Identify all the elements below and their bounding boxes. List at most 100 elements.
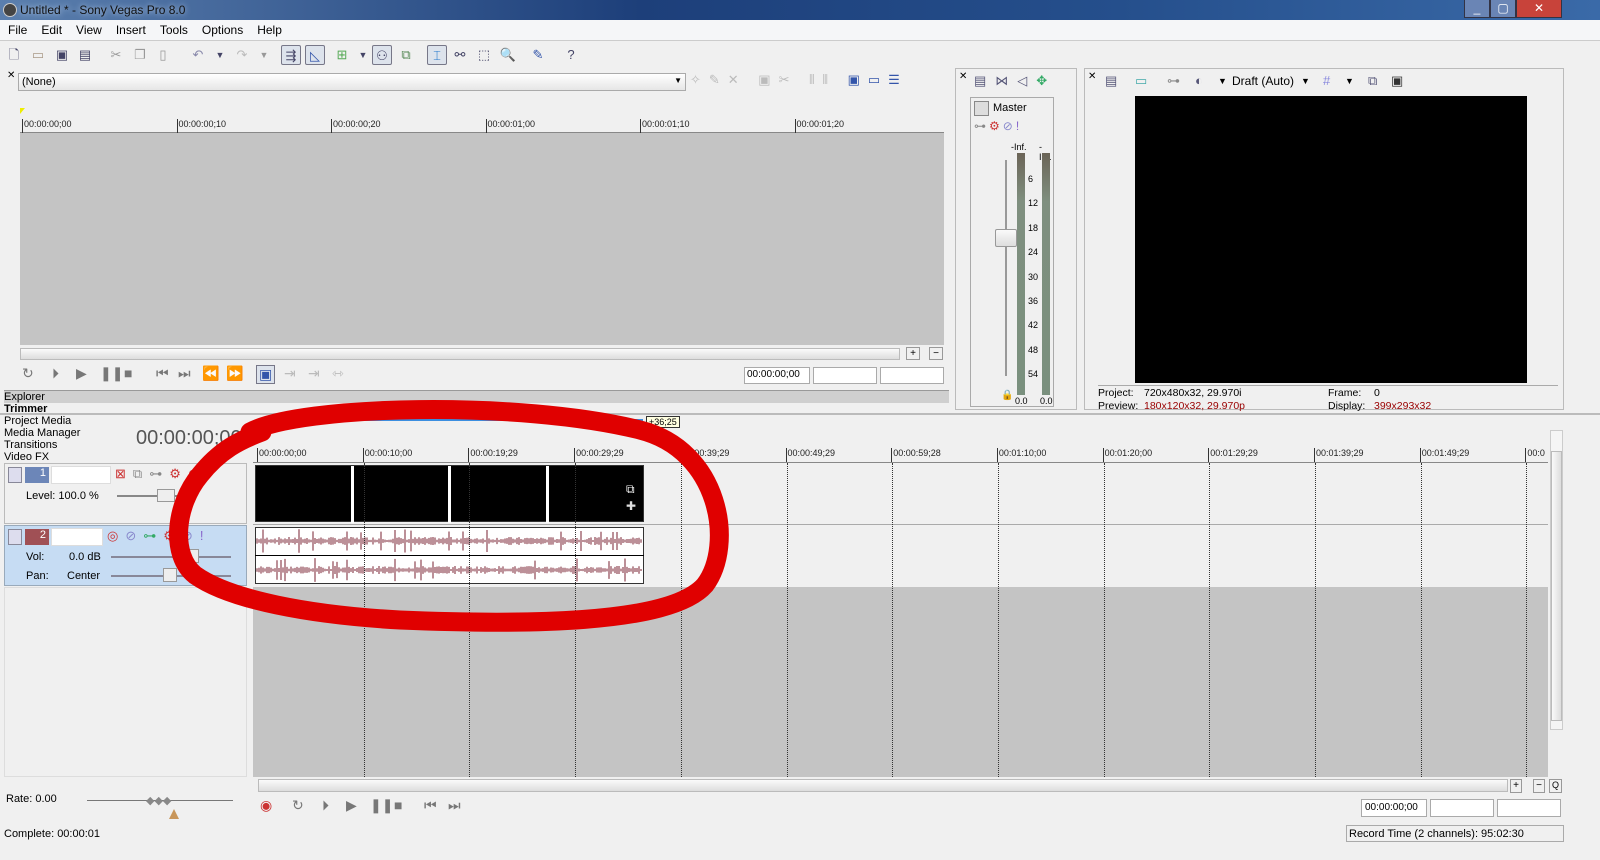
- split-screen-icon[interactable]: ◐: [1195, 73, 1203, 88]
- copy-snapshot-icon[interactable]: ⧉: [1368, 73, 1377, 89]
- loop-region-bar[interactable]: [257, 419, 643, 421]
- close-button[interactable]: ✕: [1516, 0, 1562, 18]
- menu-view[interactable]: View: [68, 20, 108, 37]
- tab-explorer[interactable]: Explorer: [4, 391, 949, 403]
- insert-icon[interactable]: ⇥: [284, 365, 296, 382]
- vertical-scrollbar[interactable]: [1550, 430, 1563, 730]
- record-icon[interactable]: ◉: [260, 797, 272, 814]
- vol-slider[interactable]: [185, 549, 199, 563]
- go-to-end-icon[interactable]: ⏭: [448, 797, 461, 814]
- track-icons[interactable]: ⊠⧉⊶⚙⊘!: [115, 466, 216, 482]
- menu-options[interactable]: Options: [194, 20, 249, 37]
- zoom-out-button[interactable]: −: [1533, 779, 1545, 793]
- play-icon[interactable]: ▶: [346, 797, 357, 814]
- snapping-dropdown-icon[interactable]: ▼: [353, 45, 373, 65]
- menu-insert[interactable]: Insert: [108, 20, 152, 37]
- video-event[interactable]: ⧉ ✚: [255, 465, 644, 523]
- zoom-in-button[interactable]: +: [1510, 779, 1522, 793]
- minimize-track-icon[interactable]: [8, 467, 22, 483]
- preview-properties-icon[interactable]: ▤: [1105, 73, 1117, 89]
- snapping-icon[interactable]: ⊞: [332, 45, 352, 65]
- menu-help[interactable]: Help: [249, 20, 288, 37]
- fit-icon[interactable]: ⇿: [332, 365, 344, 382]
- track-area[interactable]: ⧉ ✚: [253, 463, 1548, 777]
- track-name-input[interactable]: [51, 528, 103, 546]
- help-icon[interactable]: ?: [561, 45, 581, 65]
- minimize-track-icon[interactable]: [8, 529, 22, 545]
- save-snapshot-icon[interactable]: ▣: [1391, 73, 1403, 89]
- rewind-icon[interactable]: ⏪: [202, 365, 219, 382]
- horizontal-scrollbar[interactable]: [258, 779, 1508, 792]
- undo-dropdown-icon[interactable]: ▼: [210, 45, 230, 65]
- master-fader[interactable]: [995, 229, 1017, 247]
- redo-icon[interactable]: ↷: [232, 45, 252, 65]
- master-fx-icons[interactable]: ⊶⚙⊘!: [974, 119, 1022, 133]
- event-fx-icon[interactable]: ✚: [626, 499, 636, 513]
- lock-envelopes-icon[interactable]: ⚇: [372, 45, 392, 65]
- auto-crossfade-icon[interactable]: ◺: [305, 45, 325, 65]
- overwrite-mode-icon[interactable]: ▣: [256, 365, 276, 384]
- scroll-thumb[interactable]: [1551, 451, 1562, 721]
- undo-icon[interactable]: ↶: [188, 45, 208, 65]
- envelope-tool-icon[interactable]: ⚯: [450, 45, 470, 65]
- pan-crop-icon[interactable]: ⧉: [626, 482, 635, 497]
- level-slider[interactable]: [157, 489, 175, 502]
- play-from-start-icon[interactable]: ⏵: [52, 365, 59, 382]
- rate-slider[interactable]: ◆◆◆: [146, 794, 171, 807]
- maximize-button[interactable]: ▢: [1490, 0, 1516, 18]
- zoom-in-button[interactable]: +: [906, 347, 920, 360]
- track-name-input[interactable]: [51, 466, 111, 484]
- external-monitor-icon[interactable]: ▭: [1135, 73, 1147, 89]
- paint-icon[interactable]: ✎: [528, 45, 548, 65]
- video-fx-icon[interactable]: ⊶: [1167, 73, 1180, 89]
- pause-icon[interactable]: ❚❚: [100, 365, 123, 382]
- pause-icon[interactable]: ❚❚: [370, 797, 393, 814]
- chevron-down-icon[interactable]: ▼: [1345, 76, 1354, 86]
- timeline-ruler[interactable]: 00:00:00;00 00:00:10;00 00:00:19;29 00:00:2…: [253, 445, 1548, 463]
- go-to-start-icon[interactable]: ⏮: [424, 797, 437, 814]
- minimize-button[interactable]: _: [1464, 0, 1490, 18]
- chevron-down-icon[interactable]: ▼: [1301, 76, 1310, 86]
- cut-icon[interactable]: ✂: [106, 45, 126, 65]
- new-icon[interactable]: 🗋: [4, 45, 24, 65]
- go-to-start-icon[interactable]: ⏮: [156, 365, 169, 382]
- auto-ripple-icon[interactable]: ⇶: [281, 45, 301, 65]
- copy-icon[interactable]: ❐: [130, 45, 150, 65]
- zoom-out-button[interactable]: −: [929, 347, 943, 360]
- selection-tool-icon[interactable]: ⬚: [474, 45, 494, 65]
- trimmer-scrollbar[interactable]: [20, 348, 900, 360]
- play-icon[interactable]: ▶: [76, 365, 87, 382]
- ignore-grouping-icon[interactable]: ⧉: [396, 45, 416, 65]
- stop-icon[interactable]: ■: [394, 797, 402, 813]
- chevron-down-icon[interactable]: ▼: [1218, 76, 1227, 86]
- tab-project-media[interactable]: Project Media: [4, 415, 949, 427]
- fast-forward-icon[interactable]: ⏩: [226, 365, 243, 382]
- loop-icon[interactable]: ↻: [292, 797, 304, 814]
- close-panel-icon[interactable]: ✕: [959, 71, 967, 82]
- close-panel-icon[interactable]: ✕: [1088, 71, 1096, 82]
- go-to-end-icon[interactable]: ⏭: [178, 365, 191, 382]
- open-icon[interactable]: ▭: [28, 45, 48, 65]
- lock-icon[interactable]: 🔒: [1001, 390, 1013, 401]
- close-panel-icon[interactable]: ✕: [7, 70, 15, 81]
- overwrite-icon[interactable]: ⇥: [308, 365, 320, 382]
- properties-icon[interactable]: ▤: [75, 45, 95, 65]
- pan-slider[interactable]: [163, 568, 177, 582]
- preview-quality-dropdown[interactable]: Draft (Auto): [1232, 74, 1294, 88]
- save-icon[interactable]: ▣: [52, 45, 72, 65]
- redo-dropdown-icon[interactable]: ▼: [254, 45, 274, 65]
- loop-icon[interactable]: ↻: [22, 365, 34, 382]
- stop-icon[interactable]: ■: [124, 365, 132, 381]
- paste-icon[interactable]: ▯: [153, 45, 173, 65]
- menu-tools[interactable]: Tools: [152, 20, 194, 37]
- zoom-tool-icon[interactable]: 🔍: [498, 45, 518, 65]
- track-icons[interactable]: ◎⊘⊶⚙⊘!: [107, 528, 210, 544]
- track-header-video[interactable]: 1 ⊠⧉⊶⚙⊘! Level: 100.0 %: [4, 463, 247, 524]
- normal-edit-tool-icon[interactable]: ⌶: [427, 45, 447, 65]
- media-selector-dropdown[interactable]: (None) ▼: [18, 73, 686, 91]
- audio-event[interactable]: [255, 527, 644, 584]
- menu-edit[interactable]: Edit: [33, 20, 68, 37]
- overlays-icon[interactable]: #: [1323, 73, 1330, 88]
- timeline-divider[interactable]: [0, 413, 1600, 415]
- zoom-tool-icon[interactable]: Q: [1549, 779, 1562, 793]
